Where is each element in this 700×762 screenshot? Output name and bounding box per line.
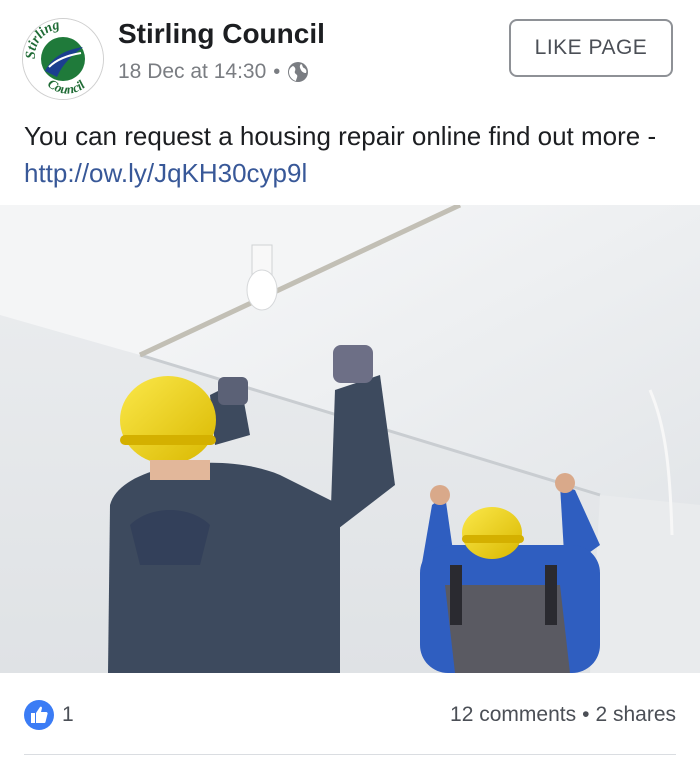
post-text-body: You can request a housing repair online … bbox=[24, 121, 657, 151]
post-header: Stirling Council Stirling Council 18 Dec… bbox=[0, 0, 700, 110]
post-footer: 1 12 comments • 2 shares bbox=[0, 690, 700, 740]
shares-count[interactable]: 2 shares bbox=[595, 703, 676, 727]
comments-count[interactable]: 12 comments bbox=[450, 703, 576, 727]
like-count[interactable]: 1 bbox=[62, 703, 74, 727]
like-page-button[interactable]: LIKE PAGE bbox=[509, 19, 673, 77]
post-meta: 18 Dec at 14:30 • bbox=[118, 60, 309, 84]
post-text: You can request a housing repair online … bbox=[24, 118, 674, 192]
thumbs-up-icon[interactable] bbox=[24, 700, 54, 730]
post-timestamp[interactable]: 18 Dec at 14:30 bbox=[118, 60, 266, 84]
meta-separator: • bbox=[273, 60, 281, 83]
engagement-summary: 12 comments • 2 shares bbox=[450, 703, 676, 727]
workers-photo bbox=[0, 205, 700, 673]
globe-icon bbox=[287, 61, 309, 83]
stirling-council-logo: Stirling Council bbox=[23, 19, 103, 99]
engagement-separator: • bbox=[582, 703, 590, 726]
page-avatar[interactable]: Stirling Council bbox=[22, 18, 104, 100]
post-image[interactable] bbox=[0, 205, 700, 673]
page-name[interactable]: Stirling Council bbox=[118, 18, 325, 50]
footer-divider bbox=[24, 754, 676, 755]
post-link[interactable]: http://ow.ly/JqKH30cyp9l bbox=[24, 158, 307, 188]
